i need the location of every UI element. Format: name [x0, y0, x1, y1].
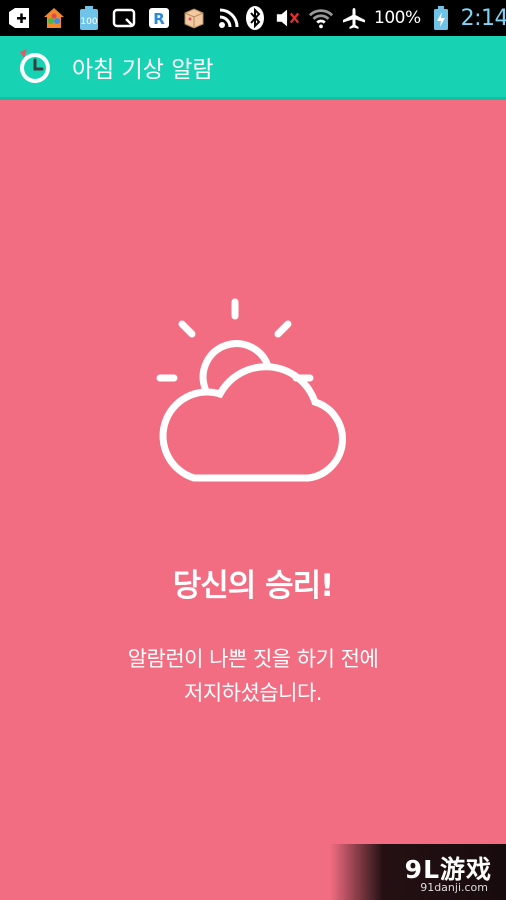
svg-text:100: 100 — [80, 17, 97, 27]
airplane-icon — [341, 5, 367, 31]
wifi-icon — [308, 5, 334, 31]
bluetooth-icon — [242, 5, 268, 31]
rss-icon — [216, 5, 242, 31]
status-bar: 100 R 100% 2:14 — [0, 0, 506, 36]
battery-icon — [428, 5, 454, 31]
box-app-icon — [181, 5, 207, 31]
status-bar-system: 100% 2:14 — [242, 5, 506, 31]
watermark-url: 91danji.com — [420, 881, 488, 894]
alarm-clock-icon — [16, 48, 54, 86]
partly-cloudy-icon — [150, 292, 356, 500]
victory-message: 알람런이 나쁜 짓을 하기 전에 저지하셨습니다. — [0, 642, 506, 710]
app-bar: 아침 기상 알람 — [0, 36, 506, 100]
site-watermark: 9L游戏 91danji.com — [330, 844, 506, 900]
svg-text:R: R — [153, 10, 165, 28]
volume-muted-icon — [275, 5, 301, 31]
victory-title: 당신의 승리! — [172, 568, 335, 604]
status-bar-notifications: 100 R — [0, 5, 242, 31]
victory-message-line-1: 알람런이 나쁜 짓을 하기 전에 — [127, 647, 379, 671]
battery-100-icon: 100 — [76, 5, 102, 31]
home-launcher-icon — [41, 5, 67, 31]
victory-message-line-2: 저지하셨습니다. — [184, 681, 322, 705]
r-app-icon: R — [146, 5, 172, 31]
app-title: 아침 기상 알람 — [72, 56, 214, 83]
status-clock: 2:14 — [460, 5, 506, 31]
add-icon — [6, 5, 32, 31]
q-app-icon — [111, 5, 137, 31]
battery-percent: 100% — [374, 8, 421, 28]
